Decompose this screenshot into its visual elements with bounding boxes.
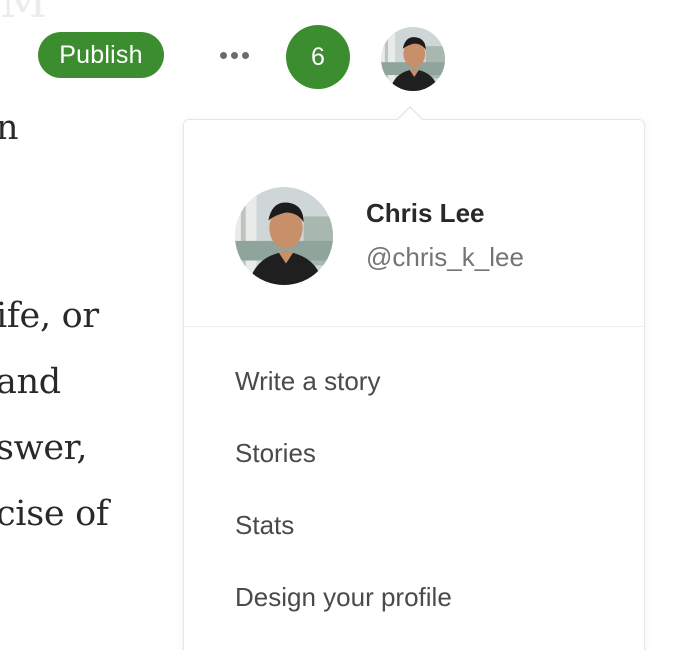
profile-name[interactable]: Chris Lee: [366, 198, 485, 229]
profile-header[interactable]: Chris Lee @chris_k_lee: [184, 120, 644, 327]
menu-item-stories[interactable]: Stories: [235, 438, 316, 469]
publish-button[interactable]: Publish: [38, 32, 164, 78]
menu-item-stats[interactable]: Stats: [235, 510, 294, 541]
profile-dropdown-menu: Chris Lee @chris_k_lee Write a story Sto…: [183, 119, 645, 650]
article-text-line: swer,: [0, 428, 88, 468]
article-text-line: ife, or: [0, 296, 99, 336]
more-icon-dot: [230, 51, 238, 59]
notifications-badge[interactable]: 6: [286, 25, 350, 89]
article-text-line: cise of: [0, 494, 109, 534]
user-avatar-image: [381, 27, 445, 91]
profile-handle[interactable]: @chris_k_lee: [366, 242, 524, 273]
menu-item-write-a-story[interactable]: Write a story: [235, 366, 380, 397]
profile-avatar[interactable]: [235, 187, 333, 285]
more-icon-dot: [241, 51, 249, 59]
background-heading-fragment: M: [0, 0, 48, 28]
user-avatar-button[interactable]: [381, 27, 445, 91]
more-icon-dot: [219, 51, 227, 59]
article-text-line: and: [0, 362, 61, 402]
article-text-line: n: [0, 108, 19, 148]
menu-item-design-your-profile[interactable]: Design your profile: [235, 582, 452, 613]
profile-avatar-image: [235, 187, 333, 285]
more-options-button[interactable]: [214, 40, 254, 70]
dropdown-caret-fill: [398, 108, 422, 120]
